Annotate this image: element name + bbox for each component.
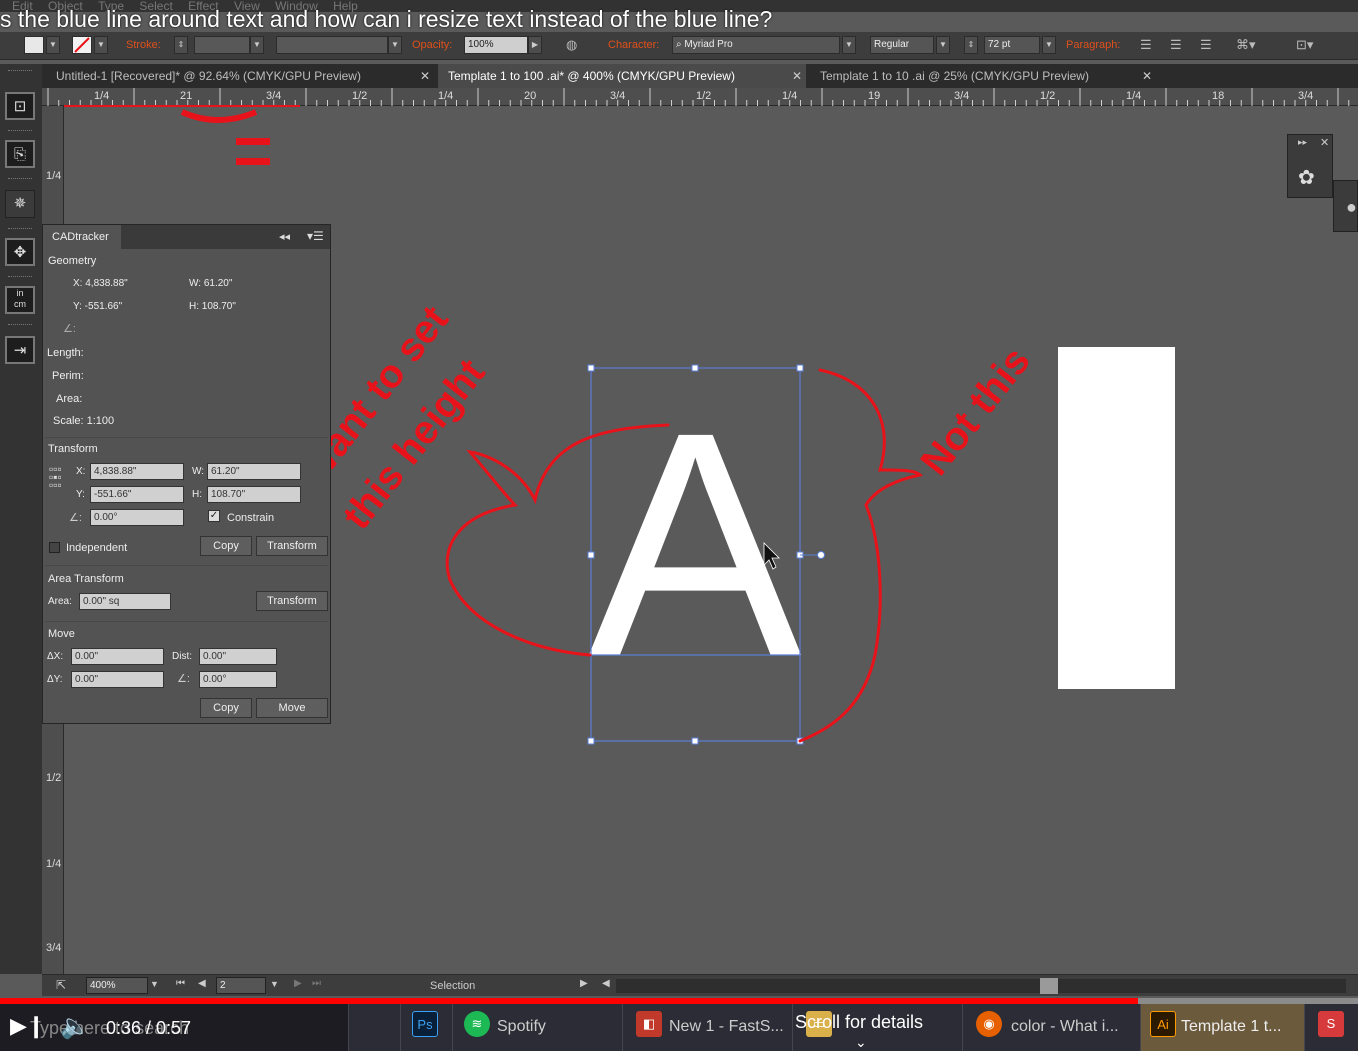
scroll-left-icon[interactable]: ◀ bbox=[602, 978, 610, 989]
copy-button[interactable]: Copy bbox=[200, 536, 252, 556]
scroll-for-details[interactable]: Scroll for details bbox=[795, 1012, 923, 1033]
h-field[interactable]: 108.70" bbox=[207, 486, 301, 503]
independent-checkbox[interactable] bbox=[49, 542, 60, 553]
panel-header: CADtracker ◂◂ ▾☰ bbox=[43, 225, 330, 249]
chevron-down-icon[interactable]: ⌄ bbox=[855, 1034, 867, 1051]
scale-label: Scale: 1:100 bbox=[53, 415, 115, 427]
area-field-label: Area: bbox=[48, 596, 72, 607]
close-icon[interactable]: ✕ bbox=[1320, 136, 1329, 149]
play-icon[interactable]: ▶❙ bbox=[10, 1013, 45, 1039]
x-label: X: bbox=[76, 466, 86, 477]
geometry-h: H: 108.70" bbox=[189, 301, 236, 312]
status-bar: ⇱ 400% ▼ ⏮ ◀ 2 ▼ ▶ ⏭ Selection ▶ ◀ bbox=[42, 974, 1358, 996]
geometry-w: W: 61.20" bbox=[189, 278, 233, 289]
prev-artboard-icon[interactable]: ◀ bbox=[198, 978, 206, 989]
angle-icon: ∠: bbox=[177, 673, 190, 685]
photoshop-icon: Ps bbox=[412, 1011, 438, 1037]
angle-icon: ∠: bbox=[63, 323, 76, 335]
annotation-not-this: Not this bbox=[912, 339, 1038, 483]
area-label: Area: bbox=[56, 393, 83, 405]
dist-field[interactable]: 0.00" bbox=[199, 648, 277, 665]
transform-button[interactable]: Transform bbox=[256, 536, 328, 556]
screenshot-root: Edit Object Type Select Effect View Wind… bbox=[0, 0, 1358, 1051]
video-time: 0:36 / 0:57 bbox=[106, 1018, 192, 1038]
annotation-mark bbox=[236, 158, 270, 165]
artboard-number-field[interactable]: 2 bbox=[216, 977, 266, 994]
horizontal-scrollbar[interactable] bbox=[616, 979, 1346, 993]
y-field[interactable]: -551.66" bbox=[90, 486, 184, 503]
geometry-label: Geometry bbox=[48, 255, 97, 267]
w-label: W: bbox=[192, 466, 205, 477]
floating-panel: ● bbox=[1333, 180, 1358, 232]
move-section-label: Move bbox=[48, 628, 75, 640]
scrollbar-thumb[interactable] bbox=[1040, 978, 1058, 994]
zoom-field[interactable]: 400% bbox=[86, 977, 148, 994]
export-icon[interactable]: ⇱ bbox=[56, 978, 66, 992]
dy-field[interactable]: 0.00" bbox=[71, 671, 164, 688]
cadtracker-panel: CADtracker ◂◂ ▾☰ Geometry X: 4,838.88" W… bbox=[42, 224, 331, 724]
angle-icon: ∠: bbox=[69, 512, 82, 524]
h-label: H: bbox=[192, 489, 202, 500]
expand-icon[interactable]: ▸▸ bbox=[1298, 137, 1307, 148]
text-object-letter[interactable]: A bbox=[588, 365, 803, 723]
move-copy-button[interactable]: Copy bbox=[200, 698, 252, 718]
last-artboard-icon[interactable]: ⏭ bbox=[312, 978, 321, 989]
chrome-app-icon: ◧ bbox=[636, 1011, 662, 1037]
divider bbox=[45, 565, 328, 566]
color-palette-icon[interactable]: ✿ bbox=[1298, 165, 1315, 190]
illustrator-icon: Ai bbox=[1150, 1011, 1176, 1037]
text-port-handle[interactable] bbox=[817, 551, 825, 559]
dist-label: Dist: bbox=[172, 651, 192, 662]
w-field[interactable]: 61.20" bbox=[207, 463, 301, 480]
dx-label: ΔX: bbox=[47, 651, 64, 662]
x-field[interactable]: 4,838.88" bbox=[90, 463, 184, 480]
area-transform-label: Area Transform bbox=[48, 573, 124, 585]
white-rectangle[interactable] bbox=[1058, 347, 1175, 689]
area-field[interactable]: 0.00" sq bbox=[79, 593, 171, 610]
perim-label: Perim: bbox=[52, 370, 84, 382]
next-artboard-icon[interactable]: ▶ bbox=[294, 978, 302, 989]
dy-label: ΔY: bbox=[47, 674, 63, 685]
constrain-checkbox[interactable]: ✓ bbox=[208, 510, 220, 522]
length-label: Length: bbox=[47, 347, 84, 359]
spotify-icon: ≋ bbox=[464, 1011, 490, 1037]
collapse-icon[interactable]: ◂◂ bbox=[279, 230, 290, 243]
annotation-mark bbox=[236, 138, 270, 145]
move-button[interactable]: Move bbox=[256, 698, 328, 718]
area-transform-button[interactable]: Transform bbox=[256, 591, 328, 611]
geometry-y: Y: -551.66" bbox=[73, 301, 123, 312]
first-artboard-icon[interactable]: ⏮ bbox=[176, 978, 185, 989]
app-icon: S bbox=[1318, 1011, 1344, 1037]
taskbar-item[interactable] bbox=[348, 1004, 400, 1051]
divider bbox=[45, 437, 328, 438]
move-angle-field[interactable]: 0.00° bbox=[199, 671, 277, 688]
divider bbox=[45, 621, 328, 622]
firefox-icon: ◉ bbox=[976, 1011, 1002, 1037]
panel-menu-icon[interactable]: ▾☰ bbox=[307, 229, 324, 243]
y-label: Y: bbox=[76, 489, 85, 500]
floating-panel: ▸▸ ✕ ✿ bbox=[1287, 134, 1333, 198]
zoom-dropdown-icon[interactable]: ▼ bbox=[150, 979, 159, 989]
cadtracker-tab[interactable]: CADtracker bbox=[43, 225, 121, 249]
independent-label: Independent bbox=[66, 542, 128, 554]
status-mode: Selection bbox=[430, 980, 476, 992]
transform-section-label: Transform bbox=[48, 443, 98, 455]
annotation-mark bbox=[180, 109, 258, 123]
dx-field[interactable]: 0.00" bbox=[71, 648, 164, 665]
reference-point-icon[interactable]: ▫▫▫ ▫▪▫ ▫▫▫ bbox=[49, 463, 62, 491]
constrain-label: Constrain bbox=[227, 512, 275, 524]
status-menu-arrow-icon[interactable]: ▶ bbox=[580, 978, 588, 989]
artboard-dropdown-icon[interactable]: ▼ bbox=[270, 979, 279, 989]
brush-icon[interactable]: ● bbox=[1346, 197, 1357, 218]
geometry-x: X: 4,838.88" bbox=[73, 278, 128, 289]
angle-field[interactable]: 0.00° bbox=[90, 509, 184, 526]
volume-icon[interactable]: 🔈 bbox=[60, 1012, 90, 1041]
